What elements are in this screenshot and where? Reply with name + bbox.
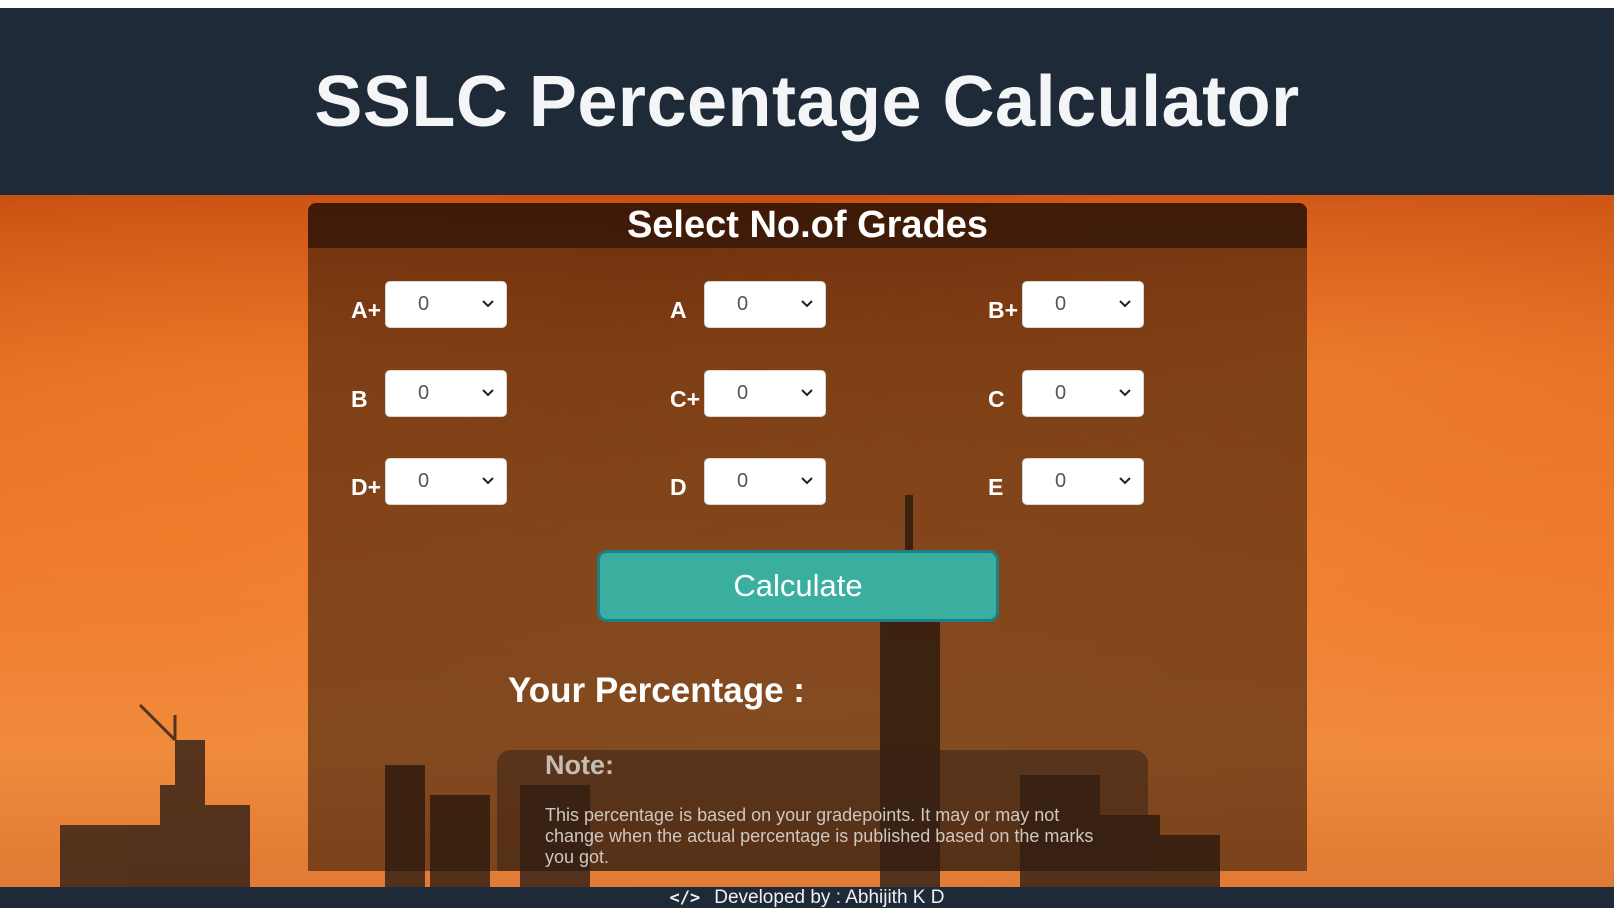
chevron-down-icon xyxy=(1119,476,1131,484)
grade-label: D xyxy=(670,473,687,500)
page-footer: </> Developed by : Abhijith K D xyxy=(0,887,1614,908)
select-value: 0 xyxy=(1055,292,1067,315)
grade-label: C+ xyxy=(670,385,701,412)
grade-b-plus: B+ 0 xyxy=(988,279,1144,329)
select-value: 0 xyxy=(1055,469,1067,492)
select-value: 0 xyxy=(418,381,430,404)
grade-label: A xyxy=(670,296,687,323)
grade-a-select[interactable]: 0 xyxy=(704,280,826,328)
note-text: This percentage is based on your gradepo… xyxy=(545,805,1094,867)
grade-e: E 0 xyxy=(988,456,1144,506)
select-value: 0 xyxy=(737,381,749,404)
grade-a-plus-select[interactable]: 0 xyxy=(385,280,507,328)
grade-a: A 0 xyxy=(670,279,826,329)
grade-d: D 0 xyxy=(670,456,826,506)
chevron-down-icon xyxy=(1119,299,1131,307)
grade-label: D+ xyxy=(351,473,382,500)
chevron-down-icon xyxy=(482,476,494,484)
grade-label: B+ xyxy=(988,296,1019,323)
panel-title-bar: Select No.of Grades xyxy=(308,203,1307,248)
grades-panel: Select No.of Grades A+ 0 A 0 B+ 0 B 0 C+ xyxy=(308,203,1307,871)
grade-c-plus: C+ 0 xyxy=(670,368,826,418)
note-title: Note: xyxy=(545,750,614,780)
grade-label: A+ xyxy=(351,296,382,323)
grade-c-select[interactable]: 0 xyxy=(1022,369,1144,417)
chevron-down-icon xyxy=(482,299,494,307)
chevron-down-icon xyxy=(801,388,813,396)
grade-b-select[interactable]: 0 xyxy=(385,369,507,417)
page-title: SSLC Percentage Calculator xyxy=(314,61,1300,142)
code-icon: </> xyxy=(669,887,701,908)
grade-d-plus-select[interactable]: 0 xyxy=(385,457,507,505)
grade-d-select[interactable]: 0 xyxy=(704,457,826,505)
grade-d-plus: D+ 0 xyxy=(351,456,507,506)
chevron-down-icon xyxy=(801,299,813,307)
chevron-down-icon xyxy=(482,388,494,396)
footer-credit: Developed by : Abhijith K D xyxy=(714,886,945,908)
note-box: Note: This percentage is based on your g… xyxy=(497,750,1148,871)
grade-label: B xyxy=(351,385,368,412)
grade-b: B 0 xyxy=(351,368,507,418)
percentage-result-label: Your Percentage : xyxy=(508,671,805,710)
panel-title: Select No.of Grades xyxy=(626,204,989,246)
select-value: 0 xyxy=(1055,381,1067,404)
calculate-button[interactable]: Calculate xyxy=(597,550,999,622)
select-value: 0 xyxy=(737,469,749,492)
select-value: 0 xyxy=(418,469,430,492)
grade-c: C 0 xyxy=(988,368,1144,418)
select-value: 0 xyxy=(418,292,430,315)
grade-e-select[interactable]: 0 xyxy=(1022,457,1144,505)
select-value: 0 xyxy=(737,292,749,315)
page-header: SSLC Percentage Calculator xyxy=(0,8,1614,195)
grade-a-plus: A+ 0 xyxy=(351,279,507,329)
grade-label: E xyxy=(988,473,1004,500)
grade-c-plus-select[interactable]: 0 xyxy=(704,369,826,417)
chevron-down-icon xyxy=(1119,388,1131,396)
chevron-down-icon xyxy=(801,476,813,484)
grade-b-plus-select[interactable]: 0 xyxy=(1022,280,1144,328)
grade-label: C xyxy=(988,385,1005,412)
